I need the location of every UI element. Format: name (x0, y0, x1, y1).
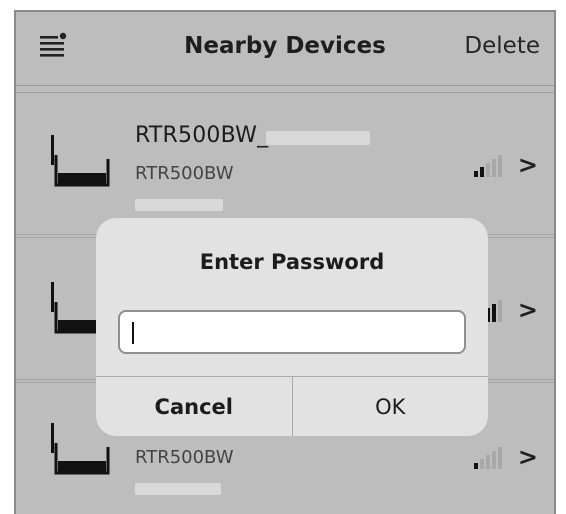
device-list-item[interactable]: RTR500BW_ RTR500BW > (16, 92, 554, 235)
dialog-button-bar: Cancel OK (96, 376, 488, 436)
dialog-title: Enter Password (199, 250, 385, 274)
device-model: RTR500BW (135, 447, 234, 468)
signal-strength-icon (474, 155, 502, 177)
redacted-serial (266, 131, 370, 145)
delete-button[interactable]: Delete (464, 33, 540, 59)
password-input[interactable] (118, 310, 466, 354)
chevron-right-icon: > (517, 151, 538, 179)
chevron-right-icon: > (517, 443, 538, 471)
signal-strength-icon (474, 447, 502, 469)
device-model: RTR500BW (135, 163, 234, 184)
cancel-button[interactable]: Cancel (96, 377, 293, 436)
password-dialog: Enter Password Cancel OK (96, 218, 488, 436)
chevron-right-icon: > (517, 296, 538, 324)
redacted-detail (135, 483, 221, 495)
text-cursor (132, 322, 134, 344)
navigation-bar: Nearby Devices Delete (16, 12, 554, 86)
redacted-detail (135, 199, 223, 211)
ok-button[interactable]: OK (293, 377, 489, 436)
device-name: RTR500BW_ (135, 123, 269, 148)
app-screen: Nearby Devices Delete RTR500BW_ RTR500BW… (14, 10, 556, 514)
data-logger-icon (51, 135, 110, 187)
